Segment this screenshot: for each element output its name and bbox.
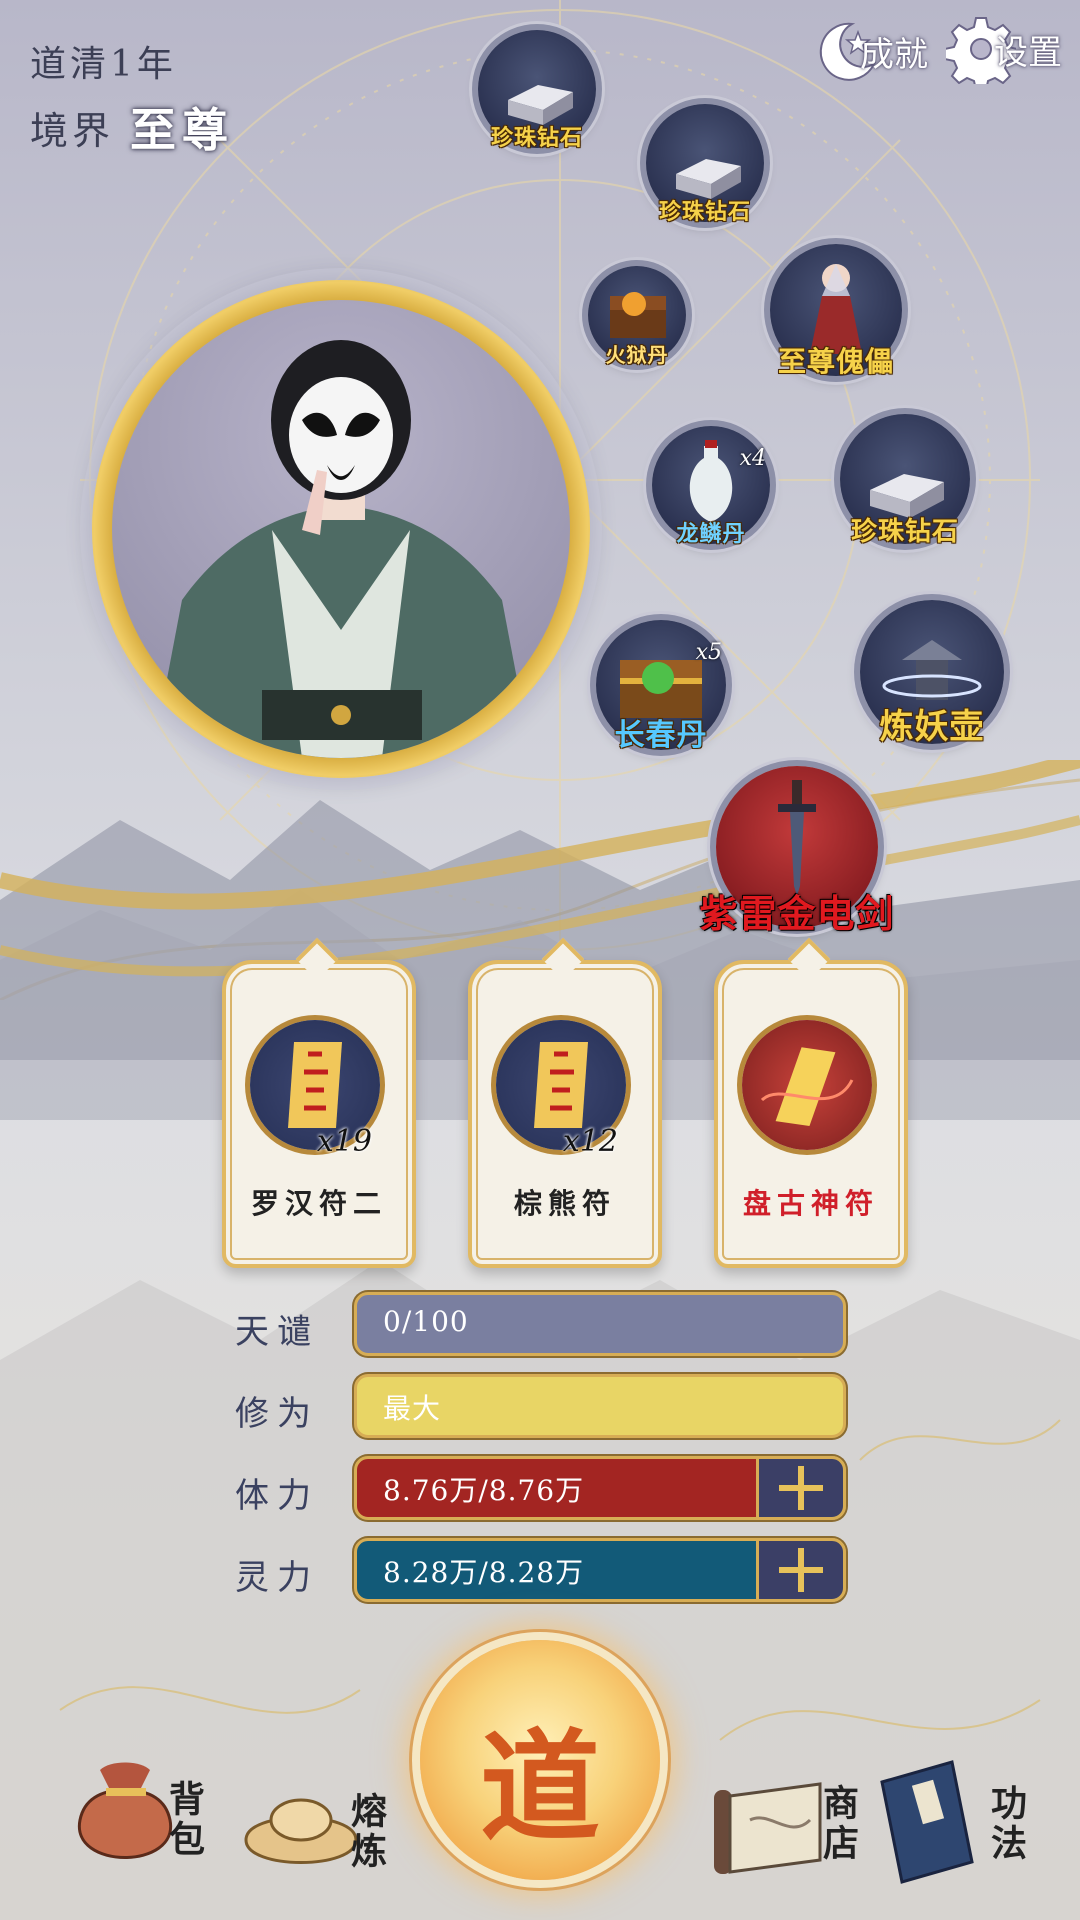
item-label: 火狱丹: [605, 343, 669, 367]
realm-label: 境界: [30, 109, 115, 153]
lingli-bar: 8.28万/8.28万: [354, 1538, 846, 1602]
year-text: 道清1年: [30, 44, 177, 85]
item-label: 珍珠钻石: [490, 125, 583, 151]
item-orb-pearl-diamond-1[interactable]: 珍珠钻石: [478, 30, 596, 151]
plus-icon: [779, 1548, 823, 1592]
achievement-button[interactable]: 成就: [812, 16, 928, 86]
item-label: 长春丹: [614, 718, 708, 753]
realm-value: 至尊: [130, 103, 234, 157]
stat-label-xiuwei: 修为: [235, 1394, 319, 1434]
plus-icon: [779, 1466, 823, 1510]
lingli-value: 8.28万/8.28万: [383, 1556, 585, 1589]
nav-shop-button[interactable]: 商店: [700, 1760, 860, 1890]
tianqian-bar: 0/100: [354, 1292, 846, 1356]
item-orb-pearl-diamond-2[interactable]: 珍珠钻石: [646, 104, 764, 225]
item-count: x5: [695, 640, 722, 665]
lingli-add-button[interactable]: [756, 1538, 846, 1602]
character-figure: [152, 340, 532, 758]
item-label: 龙鳞丹: [676, 521, 746, 547]
nav-smelt-button[interactable]: 熔炼: [226, 1760, 396, 1890]
settings-button[interactable]: 设置: [946, 14, 1062, 84]
talisman-count: x19: [316, 1124, 372, 1159]
talisman-card-pangu[interactable]: 盘古神符: [714, 937, 908, 1268]
talisman-card-arhat[interactable]: x19 罗汉符二: [222, 937, 416, 1268]
item-orb-pearl-diamond-3[interactable]: 珍珠钻石: [840, 414, 970, 547]
item-label: 紫雷金电剑: [699, 891, 895, 936]
item-count: x4: [739, 446, 766, 471]
tili-value: 8.76万/8.76万: [383, 1474, 585, 1507]
talisman-icon: [742, 1020, 872, 1150]
xiuwei-bar: 最大: [354, 1374, 846, 1438]
tianqian-value: 0/100: [383, 1305, 469, 1338]
nav-skills-button[interactable]: 功法: [862, 1752, 1042, 1892]
stat-label-lingli: 灵力: [235, 1558, 319, 1598]
item-label: 珍珠钻石: [658, 199, 751, 225]
item-orb-purple-thunder-sword[interactable]: 紫雷金电剑: [699, 766, 894, 936]
nav-shop-label: 商店: [817, 1784, 859, 1864]
xiuwei-value: 最大: [383, 1392, 442, 1425]
talisman-name: 罗汉符二: [250, 1187, 387, 1220]
item-label: 珍珠钻石: [850, 517, 959, 547]
nav-smelt-label: 熔炼: [345, 1792, 387, 1872]
character-avatar[interactable]: [92, 280, 590, 778]
item-orb-supreme-puppet[interactable]: 至尊傀儡: [770, 244, 902, 378]
avatar-portrait: [112, 300, 570, 758]
item-orb-demon-refining-pot[interactable]: 炼妖壶: [860, 600, 1004, 747]
item-label: 炼妖壶: [879, 707, 985, 747]
dao-main-button[interactable]: 道: [420, 1640, 660, 1880]
talisman-name: 盘古神符: [742, 1187, 879, 1220]
item-orb-longevity-pill[interactable]: x5 长春丹: [596, 620, 726, 753]
item-orb-dragon-scale-pill[interactable]: x4 龙鳞丹: [652, 426, 770, 547]
achievement-label: 成就: [860, 34, 928, 75]
item-label: 至尊傀儡: [777, 345, 894, 378]
stat-label-tianqian: 天谴: [235, 1312, 319, 1352]
nav-skills-label: 功法: [985, 1784, 1027, 1864]
tili-add-button[interactable]: [756, 1456, 846, 1520]
stat-label-tili: 体力: [235, 1476, 319, 1516]
item-orb-fire-pill[interactable]: 火狱丹: [588, 266, 686, 367]
nav-bag-button[interactable]: 背包: [40, 1750, 205, 1890]
nav-bag-label: 背包: [163, 1780, 205, 1860]
talisman-card-brown-bear[interactable]: x12 棕熊符: [468, 937, 662, 1268]
dao-label: 道: [480, 1717, 600, 1858]
settings-label: 设置: [994, 32, 1062, 73]
talisman-count: x12: [562, 1124, 618, 1159]
talisman-name: 棕熊符: [513, 1187, 616, 1220]
tili-bar: 8.76万/8.76万: [354, 1456, 846, 1520]
